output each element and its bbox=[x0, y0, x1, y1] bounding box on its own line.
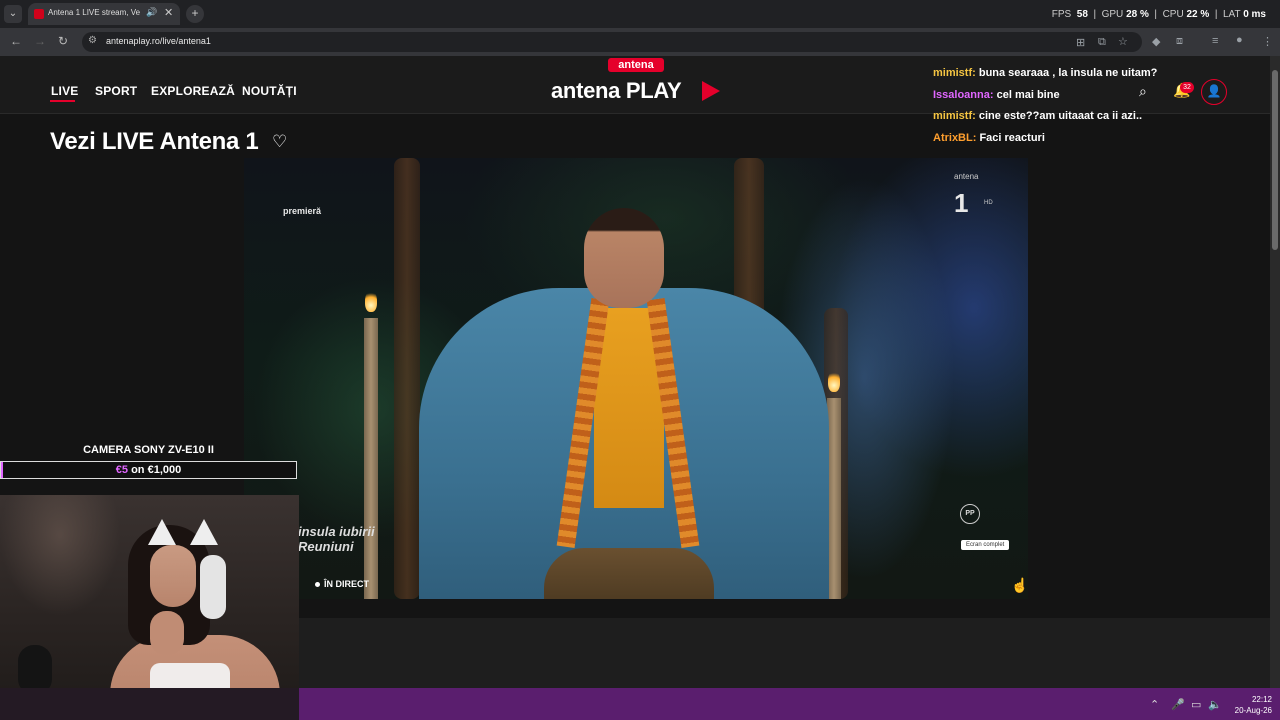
reload-icon[interactable]: ↻ bbox=[58, 34, 68, 48]
notification-badge: 32 bbox=[1180, 82, 1194, 93]
lat-label: LAT bbox=[1223, 9, 1241, 20]
streamer-hand bbox=[150, 611, 184, 655]
cat-ear-left bbox=[148, 519, 176, 545]
browser-toolbar: ← → ↻ ⚙ antenaplay.ro/live/antena1 ⊞ ⧉ ☆… bbox=[0, 28, 1280, 56]
chat-text: buna searaaa , la insula ne uitam? bbox=[978, 67, 1158, 79]
back-arrow-icon[interactable]: ← bbox=[10, 34, 22, 48]
live-indicator: ÎN DIRECT bbox=[324, 579, 369, 589]
kebab-menu-icon[interactable]: ⋮ bbox=[1262, 35, 1273, 48]
goal-separator: on bbox=[128, 464, 148, 476]
page-title: Vezi LIVE Antena 1 bbox=[50, 128, 259, 155]
chat-text: cine este??am uitaaat ca ii azi.. bbox=[978, 110, 1143, 122]
torch-flame bbox=[365, 290, 377, 312]
tiki-torch bbox=[827, 398, 841, 599]
play-logo-icon bbox=[702, 81, 720, 101]
volume-icon[interactable]: 🔈 bbox=[1208, 698, 1222, 711]
network-icon[interactable]: ▭ bbox=[1191, 698, 1201, 711]
chat-message: AtrixBL: Faci reacturi bbox=[933, 132, 1045, 144]
palm-trunk bbox=[394, 158, 420, 599]
fps-value: 58 bbox=[1076, 9, 1088, 20]
microphone-icon[interactable]: 🎤 bbox=[1171, 698, 1185, 711]
clock-date: 20-Aug-26 bbox=[1234, 706, 1272, 715]
picture-in-picture-button[interactable]: PP bbox=[960, 504, 980, 524]
chat-username: Issaloanna: bbox=[933, 89, 994, 101]
premiere-label: premieră bbox=[283, 206, 322, 216]
user-account-icon[interactable]: 👤 bbox=[1201, 79, 1227, 105]
logo-badge[interactable]: antena bbox=[608, 58, 664, 72]
url-text[interactable]: antenaplay.ro/live/antena1 bbox=[106, 36, 211, 46]
streamer-webcam bbox=[0, 495, 299, 720]
nav-live[interactable]: LIVE bbox=[51, 84, 78, 98]
tiki-torch bbox=[364, 318, 378, 599]
antena-favicon-icon bbox=[34, 9, 44, 19]
nav-exploreaza[interactable]: EXPLOREAZĂ bbox=[151, 84, 235, 98]
scrollbar-thumb[interactable] bbox=[1272, 70, 1278, 250]
torch-flame bbox=[828, 370, 840, 392]
tab-search-chevron-icon[interactable]: ⌄ bbox=[4, 5, 22, 23]
live-dot-icon bbox=[315, 582, 320, 587]
wooden-stool bbox=[544, 548, 714, 599]
clock-time: 22:12 bbox=[1251, 695, 1272, 704]
browser-tab-active[interactable]: Antena 1 LIVE stream, Vezi 🔊 ✕ bbox=[28, 3, 180, 25]
site-logo[interactable]: antena PLAY bbox=[551, 78, 682, 104]
gpu-value: 28 % bbox=[1126, 9, 1149, 20]
chat-message: mimistf: cine este??am uitaaat ca ii azi… bbox=[933, 110, 1142, 122]
forward-arrow-icon[interactable]: → bbox=[34, 34, 46, 48]
chat-username: mimistf: bbox=[933, 67, 976, 79]
goal-target-amount: €1,000 bbox=[147, 464, 182, 476]
hand-cursor-icon: ☝ bbox=[1011, 577, 1028, 593]
chevron-up-icon[interactable]: ⌃ bbox=[1150, 698, 1159, 711]
cat-ear-right bbox=[190, 519, 218, 545]
hd-badge: HD bbox=[984, 200, 993, 206]
speaker-icon[interactable]: 🔊 bbox=[146, 7, 157, 18]
nav-noutati[interactable]: NOUTĂȚI bbox=[242, 84, 297, 98]
channel-name-small: antena bbox=[954, 172, 979, 181]
chat-username: AtrixBL: bbox=[933, 132, 977, 144]
fullscreen-tooltip: Ecran complet bbox=[961, 540, 1010, 550]
nav-active-underline bbox=[50, 100, 75, 102]
browser-tab-bar: ⌄ Antena 1 LIVE stream, Vezi 🔊 ✕ + FPS 5… bbox=[0, 0, 1280, 28]
streamer-face bbox=[150, 545, 196, 607]
chat-username: mimistf: bbox=[933, 110, 976, 122]
chat-message: Issaloanna: cel mai bine bbox=[933, 89, 1060, 101]
gpu-label: GPU bbox=[1101, 9, 1124, 20]
donation-goal-bar: €5 on €1,000 bbox=[0, 461, 297, 479]
search-icon[interactable]: ⌕ bbox=[1139, 83, 1147, 100]
profile-avatar-icon[interactable]: ● bbox=[1236, 34, 1243, 46]
tab-close-icon[interactable]: ✕ bbox=[164, 6, 173, 19]
chat-message: mimistf: buna searaaa , la insula ne uit… bbox=[933, 67, 1157, 79]
translate-icon[interactable]: ⊞ bbox=[1076, 36, 1085, 49]
site-header: LIVE SPORT EXPLOREAZĂ NOUTĂȚI antena ant… bbox=[0, 56, 1270, 114]
address-bar[interactable]: ⚙ antenaplay.ro/live/antena1 ⊞ ⧉ ☆ bbox=[82, 32, 1142, 52]
donation-goal-title: CAMERA SONY ZV-E10 II bbox=[83, 444, 214, 456]
nav-sport[interactable]: SPORT bbox=[95, 84, 137, 98]
windows-taskbar bbox=[299, 688, 1280, 720]
cast-icon[interactable]: ⧉ bbox=[1098, 36, 1106, 49]
show-logo-line2: Reuniuni bbox=[298, 539, 354, 554]
site-info-icon[interactable]: ⚙ bbox=[88, 35, 97, 46]
lat-value: 0 ms bbox=[1243, 9, 1266, 20]
performance-overlay: FPS 58 | GPU 28 % | CPU 22 % | LAT 0 ms bbox=[1051, 9, 1266, 20]
puzzle-extensions-icon[interactable]: ⧈ bbox=[1176, 35, 1183, 48]
cpu-value: 22 % bbox=[1186, 9, 1210, 20]
taskbar-clock[interactable]: 22:12 20-Aug-26 bbox=[1222, 694, 1272, 716]
extension-icon[interactable]: ◆ bbox=[1152, 35, 1160, 48]
new-tab-button[interactable]: + bbox=[186, 5, 204, 23]
tab-title: Antena 1 LIVE stream, Vezi bbox=[48, 8, 140, 17]
donation-goal-text: €5 on €1,000 bbox=[1, 464, 296, 476]
chat-text: cel mai bine bbox=[996, 89, 1060, 101]
chat-text: Faci reacturi bbox=[979, 132, 1045, 144]
cpu-label: CPU bbox=[1162, 9, 1184, 20]
headphones bbox=[200, 555, 226, 619]
channel-logo: 1 bbox=[954, 188, 969, 218]
media-control-icon[interactable]: ≡ bbox=[1212, 35, 1218, 47]
fps-label: FPS bbox=[1051, 9, 1072, 20]
heart-favorite-icon[interactable]: ♡ bbox=[272, 132, 287, 152]
show-logo-line1: insula iubirii bbox=[298, 524, 375, 539]
goal-current-amount: €5 bbox=[115, 464, 129, 476]
taskbar-left bbox=[0, 688, 299, 720]
host-head bbox=[584, 208, 664, 308]
video-player[interactable]: premieră antena 1 HD insula iubirii Reun… bbox=[244, 158, 1028, 599]
bookmark-star-icon[interactable]: ☆ bbox=[1118, 35, 1128, 48]
